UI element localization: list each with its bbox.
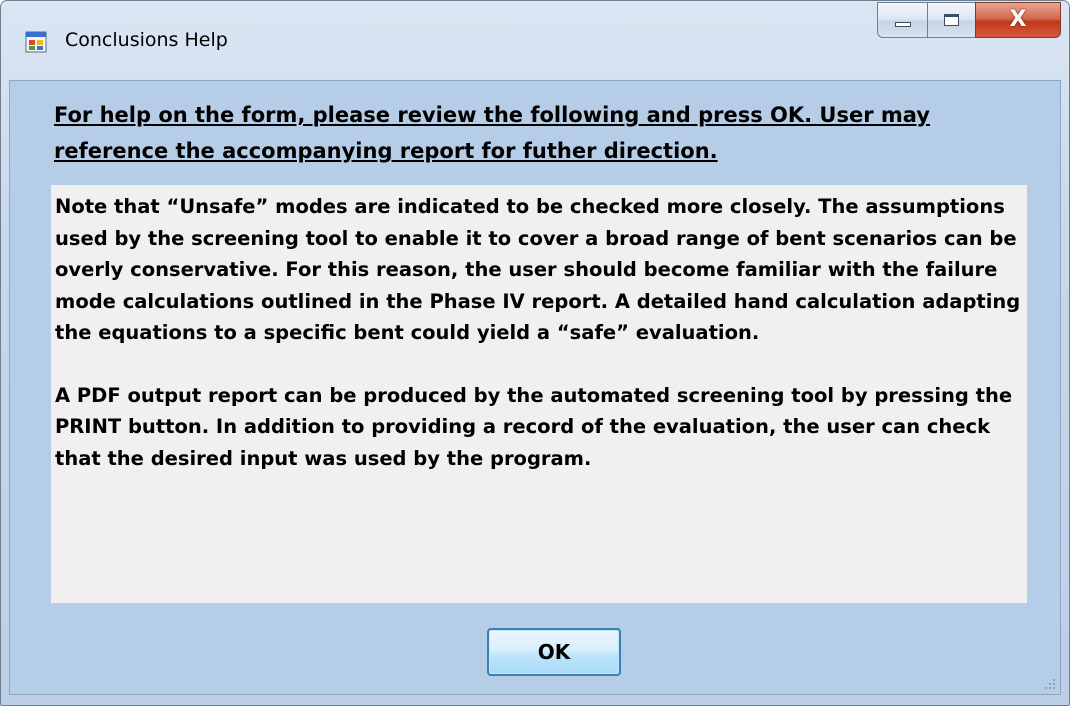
maximize-icon <box>944 14 959 26</box>
title-bar[interactable]: Conclusions Help X <box>1 1 1069 79</box>
ok-button[interactable]: OK <box>487 628 621 676</box>
form-icon <box>25 31 47 53</box>
window-title: Conclusions Help <box>65 29 228 51</box>
minimize-icon <box>894 21 911 27</box>
caption-buttons: X <box>877 2 1061 38</box>
close-icon: X <box>1009 7 1027 32</box>
dialog-window: Conclusions Help X For help on the form,… <box>0 0 1070 706</box>
help-text-box: Note that “Unsafe” modes are indicated t… <box>51 185 1027 603</box>
dialog-content: For help on the form, please review the … <box>9 80 1061 695</box>
help-paragraph-unsafe-modes: Note that “Unsafe” modes are indicated t… <box>55 195 1021 344</box>
close-button[interactable]: X <box>975 2 1061 38</box>
maximize-button[interactable] <box>927 2 975 38</box>
resize-grip-icon[interactable] <box>1044 678 1056 690</box>
help-heading: For help on the form, please review the … <box>54 103 930 163</box>
help-paragraph-pdf-report: A PDF output report can be produced by t… <box>55 383 1013 470</box>
minimize-button[interactable] <box>877 2 927 38</box>
